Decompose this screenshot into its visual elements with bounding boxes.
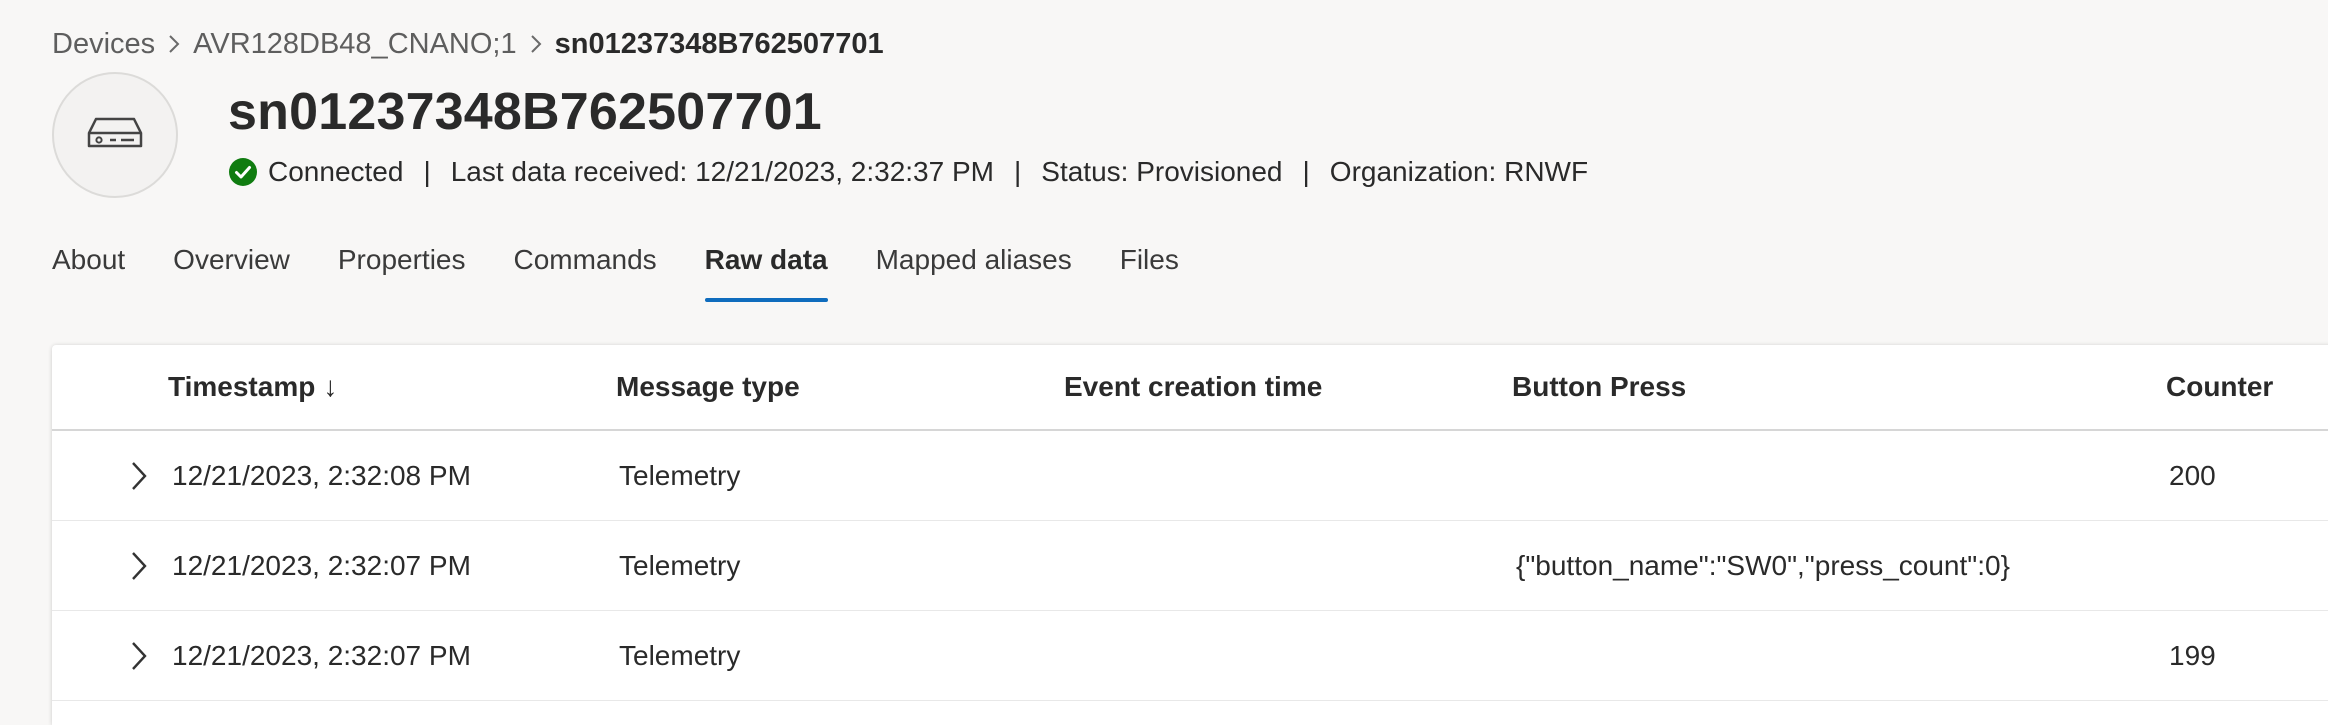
page-title: sn01237348B762507701 [228,83,822,141]
tab-raw-data[interactable]: Raw data [704,236,828,302]
raw-data-grid: Timestamp ↓ Message type Event creation t… [52,345,2328,725]
column-header-timestamp-label: Timestamp [168,371,316,402]
breadcrumb-current-device: sn01237348B762507701 [554,27,884,60]
breadcrumb-devices[interactable]: Devices [52,28,155,61]
grid-header: Timestamp ↓ Message type Event creation t… [52,345,2328,431]
status-divider: | [423,156,431,187]
tab-files[interactable]: Files [1120,236,1179,302]
cell-message-type: Telemetry [619,640,741,671]
tab-about[interactable]: About [52,236,125,302]
provisioning-status: Status: Provisioned [1041,156,1283,187]
chevron-right-icon[interactable] [124,549,154,583]
cell-counter: 199 [2169,640,2216,671]
last-data-received: Last data received: 12/21/2023, 2:32:37 … [450,156,994,187]
tab-list: About Overview Properties Commands Raw d… [52,236,1227,306]
chevron-right-icon[interactable] [124,459,154,493]
cell-message-type: Telemetry [619,550,741,581]
column-header-message-type[interactable]: Message type [616,345,800,429]
tab-mapped-aliases[interactable]: Mapped aliases [876,236,1072,302]
column-header-button-press[interactable]: Button Press [1512,345,1686,429]
breadcrumb-device-template[interactable]: AVR128DB48_CNANO;1 [193,28,516,61]
cell-timestamp: 12/21/2023, 2:32:08 PM [172,460,471,491]
tab-commands[interactable]: Commands [514,236,657,302]
table-row[interactable]: 12/21/2023, 2:32:07 PM Telemetry {"butto… [52,521,2328,611]
cell-timestamp: 12/21/2023, 2:32:07 PM [172,550,471,581]
cell-message-type: Telemetry [619,460,741,491]
cell-button-press: {"button_name":"SW0","press_count":0} [1516,550,2010,581]
tab-overview[interactable]: Overview [173,236,290,302]
connection-status: Connected [268,156,404,187]
column-header-event-creation-time[interactable]: Event creation time [1064,345,1322,429]
sort-descending-icon: ↓ [323,371,338,402]
chevron-right-icon [529,33,543,55]
device-hub-icon [86,116,144,155]
table-row[interactable]: 12/21/2023, 2:32:07 PM Telemetry 199 [52,611,2328,701]
tab-properties[interactable]: Properties [338,236,466,302]
device-status-line: Connected | Last data received: 12/21/20… [228,152,1588,192]
status-divider: | [1302,156,1310,187]
cell-counter: 200 [2169,460,2216,491]
check-circle-icon [228,157,258,187]
column-header-timestamp[interactable]: Timestamp ↓ [168,345,337,429]
chevron-right-icon[interactable] [124,639,154,673]
breadcrumb: Devices AVR128DB48_CNANO;1 sn01237348B76… [52,22,884,66]
chevron-right-icon [167,33,181,55]
organization: Organization: RNWF [1329,156,1589,187]
cell-timestamp: 12/21/2023, 2:32:07 PM [172,640,471,671]
status-divider: | [1013,156,1022,187]
column-header-counter[interactable]: Counter [2166,345,2273,429]
avatar [52,72,178,198]
table-row[interactable]: 12/21/2023, 2:32:08 PM Telemetry 200 [52,431,2328,521]
